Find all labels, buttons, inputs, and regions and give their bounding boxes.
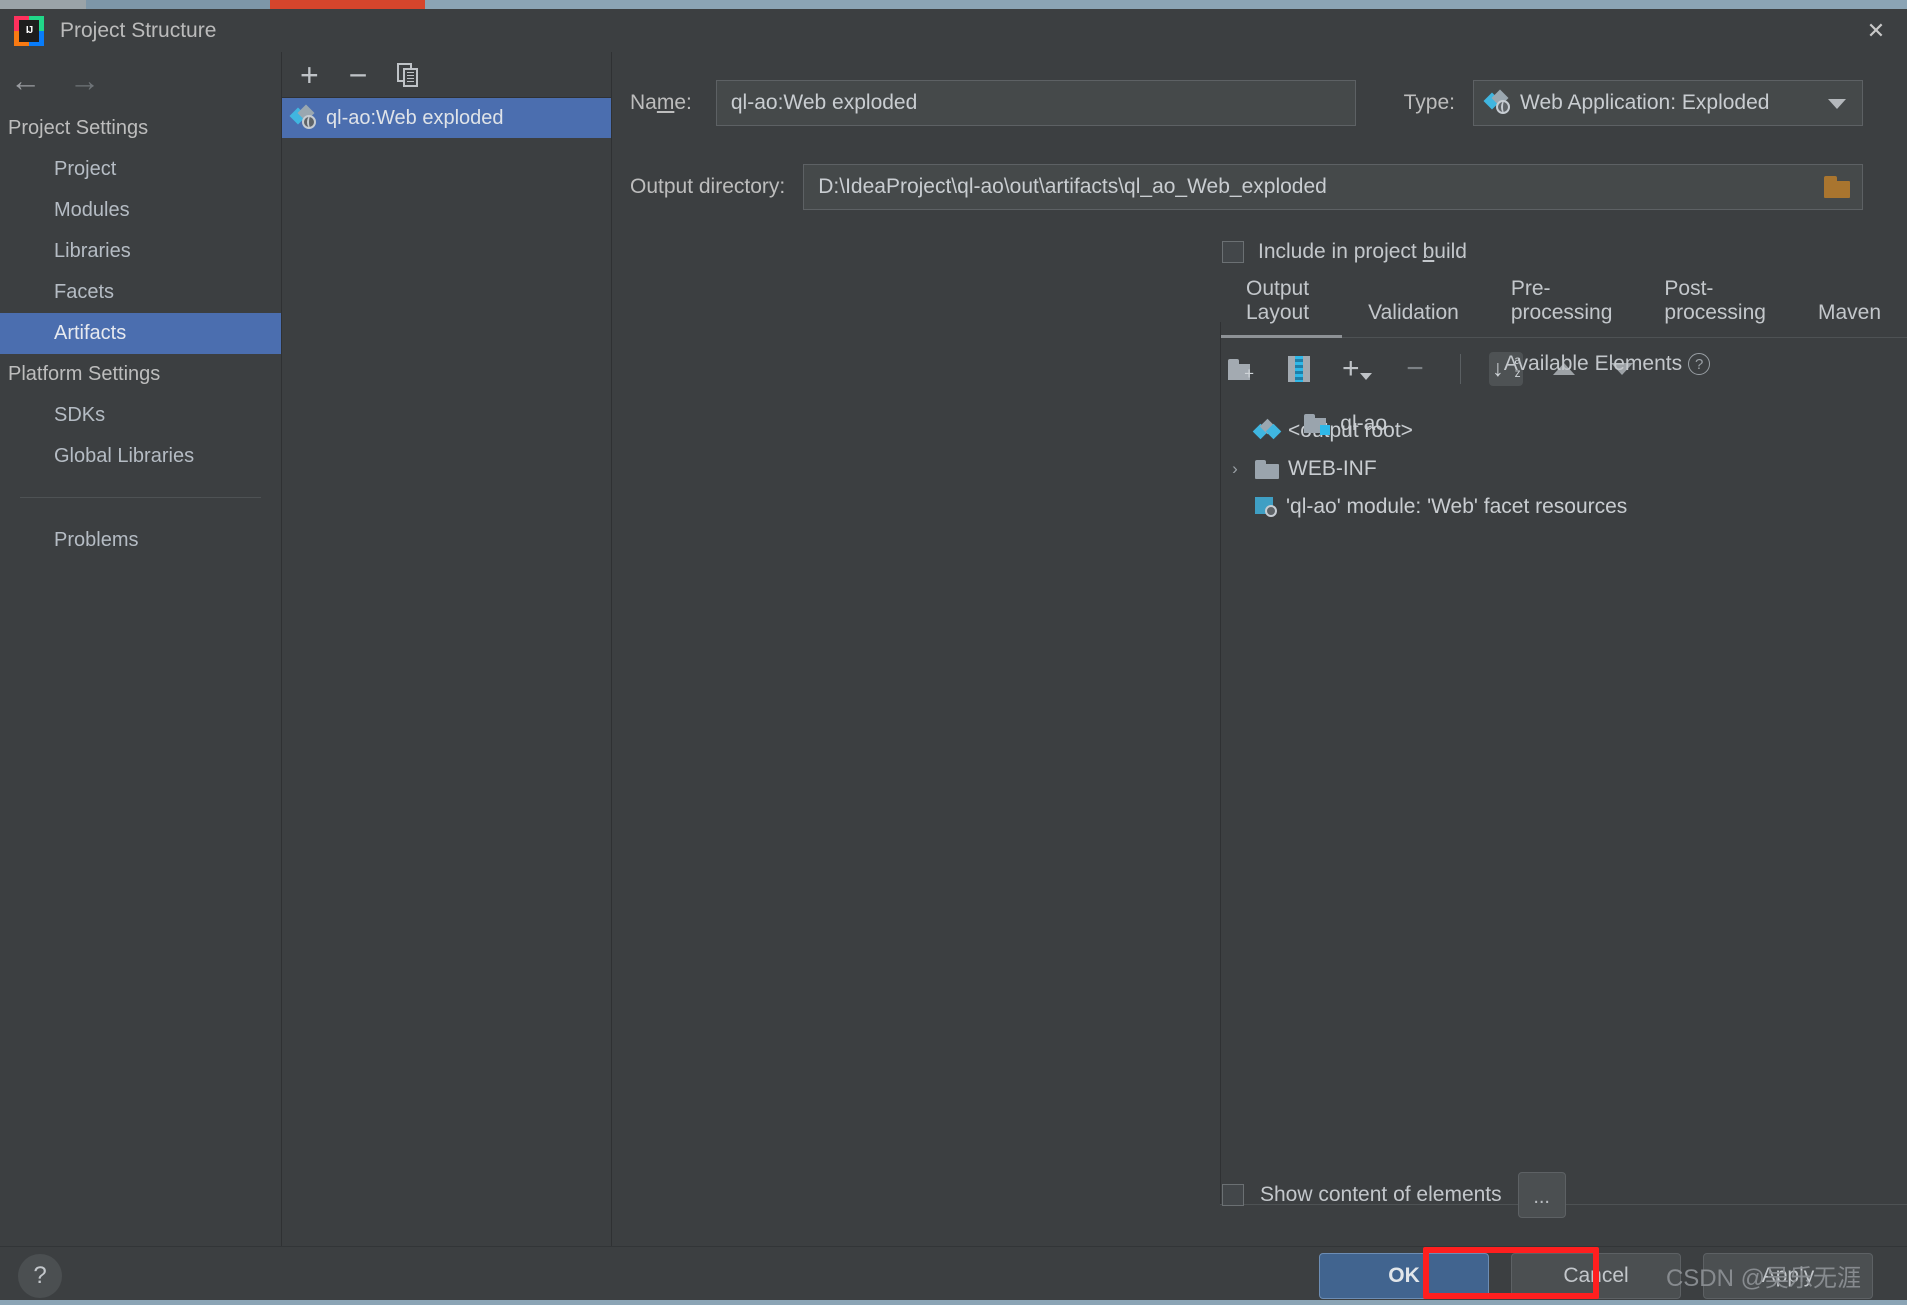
sidebar-item-global-libraries[interactable]: Global Libraries <box>0 436 281 477</box>
background-strip-right <box>425 0 1907 9</box>
tree-row-label: WEB-INF <box>1288 457 1377 480</box>
facet-resources-icon <box>1255 497 1277 517</box>
name-label: Name: <box>630 91 692 114</box>
sidebar-group-project-settings: Project Settings <box>8 117 149 139</box>
close-icon[interactable]: ✕ <box>1845 9 1907 52</box>
tree-row[interactable]: 'ql-ao' module: 'Web' facet resources <box>1224 488 1907 526</box>
details-tabs: Output Layout Validation Pre-processing … <box>1220 277 1907 338</box>
artifact-details-panel: Name: ql-ao:Web exploded Type: Web Appli… <box>612 52 1907 1246</box>
output-directory-row: Output directory: D:\IdeaProject\ql-ao\o… <box>630 164 1863 210</box>
browse-folder-icon[interactable] <box>1824 174 1852 198</box>
tab-pre-processing[interactable]: Pre-processing <box>1485 273 1639 337</box>
output-directory-input[interactable]: D:\IdeaProject\ql-ao\out\artifacts\ql_ao… <box>803 164 1863 210</box>
tab-maven[interactable]: Maven <box>1792 297 1907 337</box>
sidebar-item-modules[interactable]: Modules <box>0 190 281 231</box>
sidebar-item-project[interactable]: Project <box>0 149 281 190</box>
output-directory-value: D:\IdeaProject\ql-ao\out\artifacts\ql_ao… <box>818 175 1327 198</box>
show-content-label: Show content of elements <box>1260 1183 1502 1206</box>
background-strip-left <box>0 0 86 9</box>
include-in-project-build-row[interactable]: Include in project build <box>1222 240 1467 264</box>
sidebar-item-artifacts[interactable]: Artifacts <box>0 313 281 354</box>
add-artifact-icon[interactable]: + <box>300 59 319 91</box>
artifact-list-panel: + − ql-ao:Web exploded <box>282 52 612 1246</box>
sidebar-divider <box>20 497 261 498</box>
show-content-row: Show content of elements ... <box>1222 1172 1566 1218</box>
forward-arrow-icon[interactable]: → <box>69 65 100 96</box>
sidebar-item-sdks[interactable]: SDKs <box>0 395 281 436</box>
panel-vertical-divider <box>1220 322 1221 1204</box>
include-in-project-build-checkbox[interactable] <box>1222 241 1244 263</box>
background-strip-accent <box>270 0 425 9</box>
tab-validation[interactable]: Validation <box>1342 297 1485 337</box>
folder-icon <box>1255 459 1279 479</box>
available-element-item[interactable]: ql-ao <box>1304 412 1387 436</box>
type-row: Type: Web Application: Exploded <box>1404 80 1863 126</box>
type-label: Type: <box>1403 91 1455 114</box>
output-directory-label: Output directory: <box>630 175 786 198</box>
apply-button[interactable]: Apply <box>1703 1253 1873 1299</box>
settings-sidebar: ← → Project Settings Project Modules Lib… <box>0 52 282 1246</box>
sidebar-group-platform-settings: Platform Settings <box>8 363 161 385</box>
name-input[interactable]: ql-ao:Web exploded <box>715 80 1356 126</box>
chevron-right-icon[interactable]: › <box>1224 459 1246 479</box>
background-window-strip <box>0 0 1907 9</box>
tab-post-processing[interactable]: Post-processing <box>1638 273 1792 337</box>
title-bar: IJ Project Structure ✕ <box>0 9 1907 52</box>
include-in-project-build-label: Include in project build <box>1258 240 1467 263</box>
intellij-idea-icon: IJ <box>14 15 44 46</box>
available-elements-title: Available Elements <box>1503 352 1683 375</box>
dialog-body: ← → Project Settings Project Modules Lib… <box>0 52 1907 1246</box>
remove-artifact-icon[interactable]: − <box>349 59 368 91</box>
sidebar-nav-buttons: ← → <box>0 52 281 108</box>
module-folder-icon <box>1304 413 1331 435</box>
help-button[interactable]: ? <box>18 1254 62 1298</box>
artifact-list-item-label: ql-ao:Web exploded <box>326 106 504 129</box>
tree-row[interactable]: › WEB-INF <box>1224 450 1907 488</box>
artifact-list-toolbar: + − <box>282 52 611 98</box>
type-dropdown[interactable]: Web Application: Exploded <box>1473 80 1863 126</box>
sidebar-item-libraries[interactable]: Libraries <box>0 231 281 272</box>
tab-output-layout[interactable]: Output Layout <box>1220 273 1343 338</box>
more-options-button[interactable]: ... <box>1517 1172 1566 1218</box>
footer-button-group: OK Cancel Apply <box>1319 1253 1907 1299</box>
ok-button[interactable]: OK <box>1319 1253 1489 1299</box>
show-content-checkbox[interactable] <box>1222 1184 1244 1206</box>
sidebar-item-problems[interactable]: Problems <box>0 520 281 561</box>
web-application-icon <box>289 104 316 129</box>
tree-row-label: 'ql-ao' module: 'Web' facet resources <box>1286 495 1628 518</box>
artifact-list-item[interactable]: ql-ao:Web exploded <box>282 98 611 138</box>
web-application-icon <box>1483 89 1510 114</box>
output-root-icon <box>1252 418 1282 441</box>
chevron-down-icon <box>1828 99 1846 109</box>
type-dropdown-value: Web Application: Exploded <box>1520 91 1770 114</box>
help-icon[interactable]: ? <box>1688 353 1711 375</box>
back-arrow-icon[interactable]: ← <box>10 65 41 96</box>
dialog-footer: ? OK Cancel Apply <box>0 1246 1907 1305</box>
available-element-label: ql-ao <box>1340 412 1387 435</box>
new-folder-icon[interactable]: + <box>1224 352 1258 386</box>
background-window-bottom-edge <box>0 1300 1907 1305</box>
cancel-button[interactable]: Cancel <box>1511 1253 1681 1299</box>
sidebar-item-facets[interactable]: Facets <box>0 272 281 313</box>
copy-artifact-icon[interactable] <box>397 62 419 87</box>
available-elements-tree: ql-ao <box>1304 412 1387 436</box>
project-structure-dialog: IJ Project Structure ✕ ← → Project Setti… <box>0 0 1907 1305</box>
window-title: Project Structure <box>60 18 217 42</box>
available-elements-header: Available Elements ? <box>1307 352 1907 376</box>
